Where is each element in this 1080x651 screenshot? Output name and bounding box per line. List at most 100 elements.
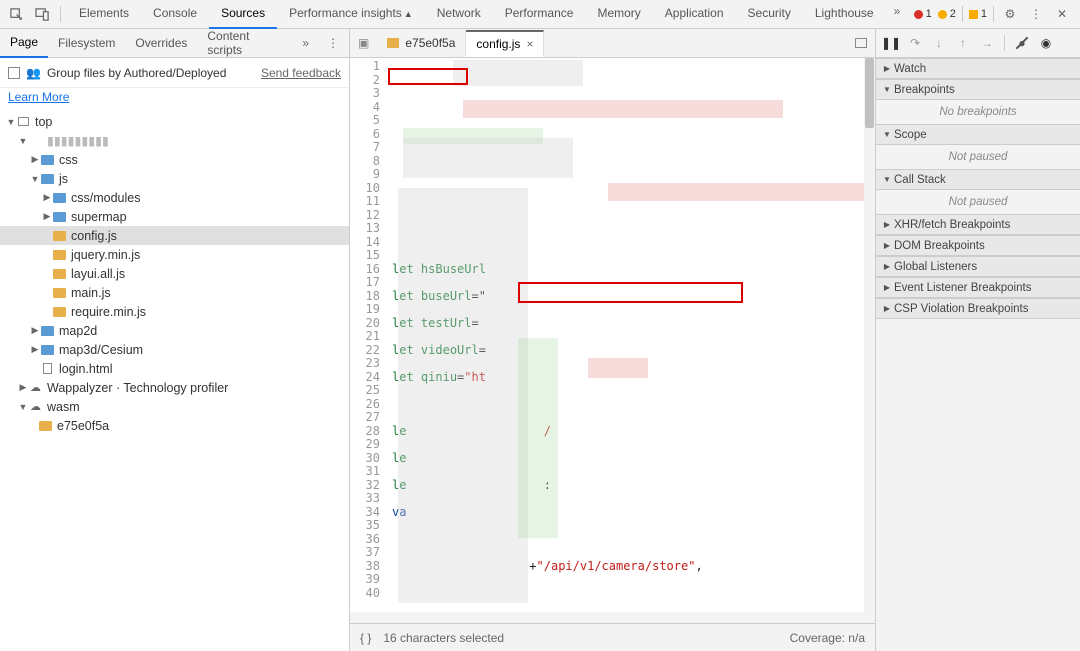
topbar-left-icons xyxy=(0,6,61,22)
file-tab-e75[interactable]: e75e0f5a xyxy=(377,31,466,55)
section-eventlistener[interactable]: ▶Event Listener Breakpoints xyxy=(876,277,1080,298)
scrollbar-thumb[interactable] xyxy=(865,58,874,128)
settings-gear-icon[interactable]: ⚙ xyxy=(1000,4,1020,24)
left-kebab-icon[interactable]: ⋮ xyxy=(317,31,349,55)
warning-count[interactable]: 2 xyxy=(938,8,956,20)
js-file-icon xyxy=(53,307,66,317)
tabs-overflow-icon[interactable]: » xyxy=(886,0,909,29)
code-area[interactable]: let hsBuseUrl let buseUrl=" let testUrl=… xyxy=(388,58,875,612)
grouping-bar: 👥 Group files by Authored/Deployed Send … xyxy=(0,58,349,88)
tree-layuiall[interactable]: layui.all.js xyxy=(0,264,349,283)
subtabs-overflow-icon[interactable]: » xyxy=(294,31,317,55)
tree-requiremin[interactable]: require.min.js xyxy=(0,302,349,321)
pixel-censor xyxy=(398,188,528,603)
editor-nav-icon[interactable]: ▣ xyxy=(350,32,377,54)
js-file-icon xyxy=(53,288,66,298)
learn-more-link[interactable]: Learn More xyxy=(0,88,349,112)
tree-e75[interactable]: e75e0f5a xyxy=(0,416,349,435)
issues-count[interactable]: 1 xyxy=(969,8,987,20)
section-watch[interactable]: ▶Watch xyxy=(876,58,1080,79)
html-file-icon xyxy=(43,363,52,374)
close-icon[interactable]: ✕ xyxy=(1052,4,1072,24)
section-breakpoints[interactable]: ▼Breakpoints xyxy=(876,79,1080,100)
coverage-status: Coverage: n/a xyxy=(790,631,865,645)
folder-icon xyxy=(41,174,54,184)
pixel-censor xyxy=(518,338,558,538)
subtab-overrides[interactable]: Overrides xyxy=(125,29,197,57)
tree-cssmodules[interactable]: ▶css/modules xyxy=(0,188,349,207)
tree-jquerymin[interactable]: jquery.min.js xyxy=(0,245,349,264)
tree-map3d[interactable]: ▶map3d/Cesium xyxy=(0,340,349,359)
tab-elements[interactable]: Elements xyxy=(67,0,141,29)
callstack-body: Not paused xyxy=(876,190,1080,214)
tab-application[interactable]: Application xyxy=(653,0,736,29)
tree-js-folder[interactable]: ▼js xyxy=(0,169,349,188)
separator xyxy=(60,6,61,22)
editor-scrollbar-v[interactable] xyxy=(864,58,875,612)
step-icon[interactable]: → xyxy=(978,34,996,52)
pause-icon[interactable]: ❚❚ xyxy=(882,34,900,52)
tab-performance[interactable]: Performance xyxy=(493,0,586,29)
step-into-icon[interactable]: ↓ xyxy=(930,34,948,52)
error-count[interactable]: 1 xyxy=(914,8,932,20)
folder-icon xyxy=(53,193,66,203)
pretty-print-icon[interactable]: { } xyxy=(360,631,371,645)
separator xyxy=(1004,35,1005,51)
inspect-icon[interactable] xyxy=(8,6,24,22)
tree-map2d[interactable]: ▶map2d xyxy=(0,321,349,340)
js-file-icon xyxy=(53,231,66,241)
line-gutter: 1234567891011121314151617181920212223242… xyxy=(350,58,388,612)
tree-wasm[interactable]: ▼☁wasm xyxy=(0,397,349,416)
tab-perf-insights[interactable]: Performance insights▲ xyxy=(277,0,425,29)
pause-on-exceptions-icon[interactable]: ◉ xyxy=(1037,34,1055,52)
device-toggle-icon[interactable] xyxy=(34,6,50,22)
folder-icon xyxy=(41,326,54,336)
folder-icon xyxy=(41,345,54,355)
tree-configjs[interactable]: config.js xyxy=(0,226,349,245)
tree-top[interactable]: ▼top xyxy=(0,112,349,131)
send-feedback-link[interactable]: Send feedback xyxy=(261,66,341,80)
pixel-censor xyxy=(453,60,583,86)
warning-dot-icon xyxy=(938,10,947,19)
pixel-censor xyxy=(608,183,875,201)
scope-body: Not paused xyxy=(876,145,1080,169)
group-files-checkbox[interactable] xyxy=(8,67,20,79)
cloud-icon: ☁ xyxy=(28,400,43,413)
breakpoints-body: No breakpoints xyxy=(876,100,1080,124)
flask-icon: ▲ xyxy=(404,9,413,19)
file-tree: ▼top ▼▮▮▮▮▮▮▮▮▮ ▶css ▼js ▶css/modules ▶s… xyxy=(0,112,349,651)
subtab-page[interactable]: Page xyxy=(0,28,48,58)
section-xhr[interactable]: ▶XHR/fetch Breakpoints xyxy=(876,214,1080,235)
tree-wappalyzer[interactable]: ▶☁Wappalyzer · Technology profiler xyxy=(0,378,349,397)
tab-security[interactable]: Security xyxy=(736,0,803,29)
tab-network[interactable]: Network xyxy=(425,0,493,29)
close-tab-icon[interactable]: × xyxy=(526,37,533,51)
main-tabs: Elements Console Sources Performance ins… xyxy=(67,0,914,29)
section-scope[interactable]: ▼Scope xyxy=(876,124,1080,145)
deactivate-breakpoints-icon[interactable]: ● xyxy=(1013,34,1031,52)
section-csp[interactable]: ▶CSP Violation Breakpoints xyxy=(876,298,1080,319)
tree-loginhtml[interactable]: login.html xyxy=(0,359,349,378)
code-editor[interactable]: 1234567891011121314151617181920212223242… xyxy=(350,58,875,612)
tab-memory[interactable]: Memory xyxy=(585,0,652,29)
tree-supermap[interactable]: ▶supermap xyxy=(0,207,349,226)
tab-lighthouse[interactable]: Lighthouse xyxy=(803,0,886,29)
group-files-label: Group files by Authored/Deployed xyxy=(47,66,226,80)
section-dom[interactable]: ▶DOM Breakpoints xyxy=(876,235,1080,256)
section-callstack[interactable]: ▼Call Stack xyxy=(876,169,1080,190)
tree-mainjs[interactable]: main.js xyxy=(0,283,349,302)
tree-domain[interactable]: ▼▮▮▮▮▮▮▮▮▮ xyxy=(0,131,349,150)
editor-panel: ▣ e75e0f5a config.js× 123456789101112131… xyxy=(350,29,876,651)
file-tab-configjs[interactable]: config.js× xyxy=(466,30,544,57)
editor-scrollbar-h[interactable] xyxy=(350,612,875,623)
step-over-icon[interactable]: ↷ xyxy=(906,34,924,52)
tree-css-folder[interactable]: ▶css xyxy=(0,150,349,169)
step-out-icon[interactable]: ↑ xyxy=(954,34,972,52)
body-area: Page Filesystem Overrides Content script… xyxy=(0,29,1080,651)
folder-icon xyxy=(41,155,54,165)
stream-icon[interactable] xyxy=(855,38,867,48)
left-subtabs: Page Filesystem Overrides Content script… xyxy=(0,29,349,58)
section-globallisteners[interactable]: ▶Global Listeners xyxy=(876,256,1080,277)
subtab-filesystem[interactable]: Filesystem xyxy=(48,29,125,57)
kebab-menu-icon[interactable]: ⋮ xyxy=(1026,4,1046,24)
